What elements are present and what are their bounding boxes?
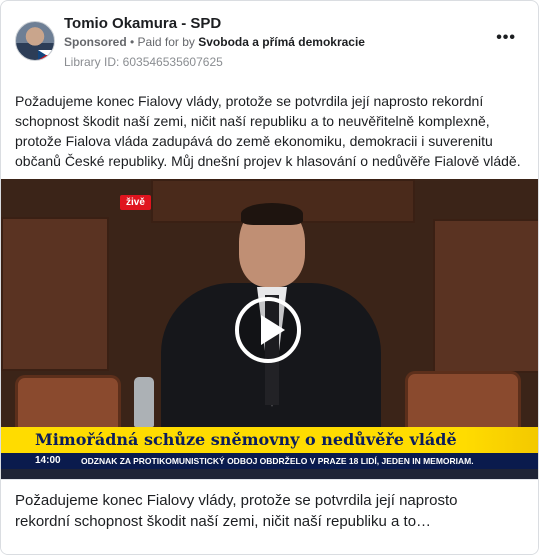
paid-for-label: Paid for by — [137, 35, 199, 49]
ticker-time: 14:00 — [29, 453, 67, 469]
news-ticker: 14:00 ODZNAK ZA PROTIKOMUNISTICKÝ ODBOJ … — [1, 453, 538, 469]
news-headline-bar: Mimořádná schůze sněmovny o nedůvěře vlá… — [1, 427, 538, 453]
payer-name[interactable]: Svoboda a přímá demokracie — [198, 35, 365, 49]
play-icon — [261, 315, 285, 345]
play-button[interactable] — [235, 297, 301, 363]
sponsored-label: Sponsored — [64, 35, 127, 49]
news-headline: Mimořádná schůze sněmovny o nedůvěře vlá… — [35, 430, 457, 449]
video-player[interactable]: živě Mimořádná schůze sněmovny o nedůvěř… — [1, 179, 538, 479]
background-panel-right — [433, 219, 538, 373]
ticker-text: ODZNAK ZA PROTIKOMUNISTICKÝ ODBOJ OBDRŽE… — [81, 456, 474, 466]
ad-card: Tomio Okamura - SPD Sponsored • Paid for… — [0, 0, 539, 555]
background-panel-left — [1, 217, 109, 371]
live-badge: živě — [120, 195, 151, 210]
speaker-hair — [241, 203, 303, 225]
post-header: Tomio Okamura - SPD Sponsored • Paid for… — [15, 15, 524, 75]
page-name[interactable]: Tomio Okamura - SPD — [64, 15, 221, 32]
library-id: Library ID: 603546535607625 — [64, 55, 223, 69]
caption-text: Požadujeme konec Fialovy vlády, protože … — [15, 492, 458, 530]
ticker-bottom-edge — [1, 469, 538, 479]
video-caption[interactable]: Požadujeme konec Fialovy vlády, protože … — [1, 479, 538, 554]
post-body-text: Požadujeme konec Fialovy vlády, protože … — [15, 93, 521, 169]
avatar[interactable] — [15, 21, 55, 61]
water-bottle — [134, 377, 154, 427]
more-options-icon[interactable]: ••• — [496, 30, 516, 46]
sponsor-line: Sponsored • Paid for by Svoboda a přímá … — [64, 35, 365, 49]
separator-dot: • — [126, 35, 138, 49]
czech-flag-icon — [38, 50, 54, 60]
